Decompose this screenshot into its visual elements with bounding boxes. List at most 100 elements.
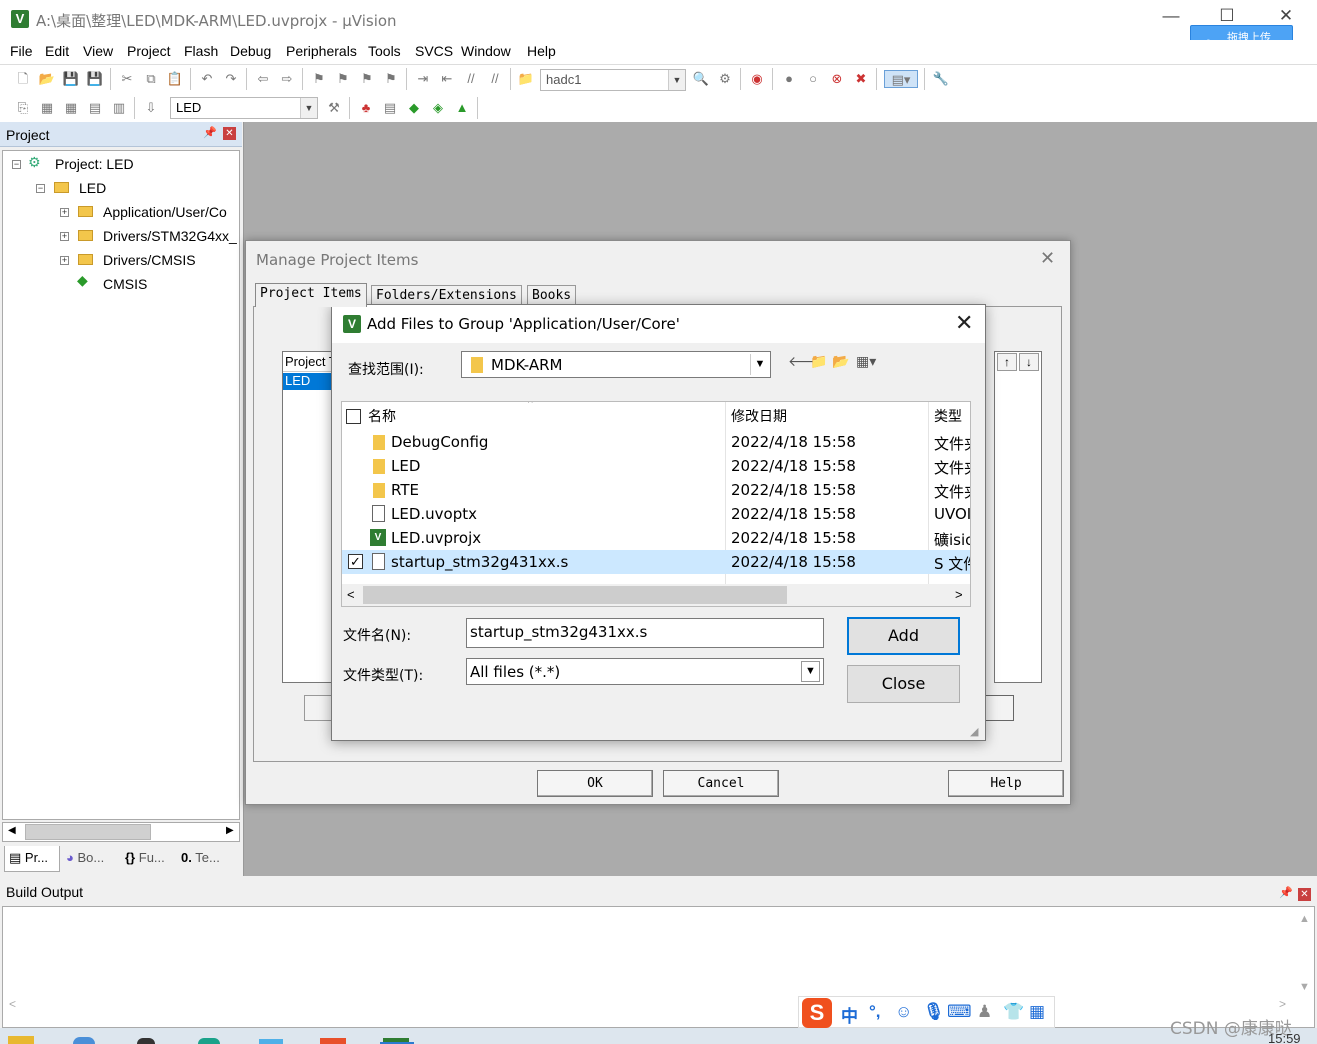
navigate-back-icon[interactable]: ⇦: [254, 70, 272, 88]
translate-icon[interactable]: ⎘: [14, 99, 32, 117]
save-all-icon[interactable]: 💾: [86, 70, 104, 88]
pin-icon[interactable]: 📌: [203, 126, 217, 139]
file-list-scrollbar[interactable]: < >: [342, 584, 970, 606]
select-packs-icon[interactable]: ▤: [381, 99, 399, 117]
tree-item-group[interactable]: Application/User/Co: [103, 204, 227, 220]
collapse-icon[interactable]: −: [12, 160, 21, 169]
tab-functions[interactable]: {} Fu...: [121, 846, 177, 872]
stop-build-icon[interactable]: ▥: [110, 99, 128, 117]
open-file-icon[interactable]: 📂: [38, 70, 56, 88]
close-icon[interactable]: ✕: [1040, 248, 1055, 269]
rebuild-icon[interactable]: ▦: [62, 99, 80, 117]
tree-item-target-led[interactable]: LED: [79, 180, 106, 196]
file-row-selected[interactable]: ✓ startup_stm32g431xx.s 2022/4/18 15:58 …: [342, 550, 970, 574]
filename-input[interactable]: startup_stm32g431xx.s: [466, 618, 824, 648]
filetype-select[interactable]: All files (*.*) ▼: [466, 658, 824, 685]
kill-all-breakpoints-icon[interactable]: ✖: [852, 70, 870, 88]
keyboard-icon[interactable]: ⌨: [947, 1002, 972, 1022]
punctuation-icon[interactable]: °,: [869, 1002, 881, 1022]
column-type[interactable]: 类型: [934, 406, 962, 426]
scroll-left-icon[interactable]: ◀: [8, 825, 16, 836]
menu-peripherals[interactable]: Peripherals: [286, 43, 357, 59]
prev-bookmark-icon[interactable]: ⚑: [334, 70, 352, 88]
scrollbar-thumb[interactable]: [25, 824, 151, 840]
app-icon[interactable]: [198, 1038, 220, 1044]
browser-icon[interactable]: [73, 1037, 95, 1044]
expand-icon[interactable]: +: [60, 256, 69, 265]
user-icon[interactable]: ♟: [977, 1002, 992, 1022]
pack-installer-icon[interactable]: ◈: [429, 99, 447, 117]
move-down-icon[interactable]: ↓: [1019, 353, 1039, 371]
file-row[interactable]: LED.uvoptx 2022/4/18 15:58 UVOI: [342, 502, 970, 526]
menu-edit[interactable]: Edit: [45, 43, 69, 59]
paste-icon[interactable]: 📋: [166, 70, 184, 88]
app-icon[interactable]: [320, 1038, 346, 1044]
menu-svcs[interactable]: SVCS: [415, 43, 453, 59]
uncomment-icon[interactable]: //: [486, 70, 504, 88]
help-button[interactable]: Help: [948, 770, 1064, 797]
tree-item-cmsis[interactable]: CMSIS: [103, 276, 147, 292]
column-date-modified[interactable]: 修改日期: [731, 406, 787, 426]
scroll-down-icon[interactable]: ▼: [1299, 981, 1310, 993]
tree-item-project[interactable]: Project: LED: [55, 156, 134, 172]
scroll-right-icon[interactable]: ▶: [226, 825, 234, 836]
debug-session-icon[interactable]: ◉: [748, 70, 766, 88]
new-folder-icon[interactable]: 📂: [832, 353, 849, 370]
disable-all-breakpoints-icon[interactable]: ⊗: [828, 70, 846, 88]
ime-mode-indicator[interactable]: 中: [841, 1002, 858, 1027]
breakpoint-icon[interactable]: ●: [780, 70, 798, 88]
save-icon[interactable]: 💾: [62, 70, 80, 88]
move-up-icon[interactable]: ↑: [997, 353, 1017, 371]
expand-icon[interactable]: +: [60, 232, 69, 241]
cut-icon[interactable]: ✂: [118, 70, 136, 88]
maximize-icon[interactable]: ☐: [1212, 6, 1242, 26]
tree-item-group[interactable]: Drivers/STM32G4xx_: [103, 228, 237, 244]
sogou-ime-icon[interactable]: S: [802, 998, 832, 1028]
indent-icon[interactable]: ⇥: [414, 70, 432, 88]
find-combo[interactable]: hadc1 ▼: [540, 69, 686, 91]
menu-view[interactable]: View: [83, 43, 113, 59]
expand-icon[interactable]: +: [60, 208, 69, 217]
redo-icon[interactable]: ↷: [222, 70, 240, 88]
minimize-icon[interactable]: —: [1156, 6, 1186, 26]
software-packs-icon[interactable]: ▲: [453, 99, 471, 117]
file-row[interactable]: RTE 2022/4/18 15:58 文件夹: [342, 478, 970, 502]
unindent-icon[interactable]: ⇤: [438, 70, 456, 88]
manage-run-time-environment-icon[interactable]: ◆: [405, 99, 423, 117]
chevron-down-icon[interactable]: ▼: [668, 70, 685, 90]
add-files-button[interactable]: [984, 695, 1014, 721]
close-button[interactable]: Close: [847, 665, 960, 703]
view-menu-icon[interactable]: ▦▾: [856, 353, 876, 370]
menu-window[interactable]: Window: [461, 43, 511, 59]
collapse-icon[interactable]: −: [36, 184, 45, 193]
cancel-button[interactable]: Cancel: [663, 770, 779, 797]
build-output-text[interactable]: ▲ ▼ < >: [2, 906, 1315, 1028]
tab-templates[interactable]: 0. Te...: [177, 846, 237, 872]
manage-project-items-icon[interactable]: ♣: [357, 99, 375, 117]
scroll-left-icon[interactable]: <: [347, 587, 355, 602]
batch-build-icon[interactable]: ▤: [86, 99, 104, 117]
look-in-combo[interactable]: MDK-ARM ▼: [461, 351, 771, 378]
copy-icon[interactable]: ⧉: [142, 70, 160, 88]
tree-item-group[interactable]: Drivers/CMSIS: [103, 252, 196, 268]
scrollbar-thumb[interactable]: [363, 586, 787, 604]
menu-project[interactable]: Project: [127, 43, 171, 59]
app-icon[interactable]: [137, 1038, 155, 1044]
close-icon[interactable]: ✕: [1298, 888, 1311, 901]
undo-icon[interactable]: ↶: [198, 70, 216, 88]
bookmark-icon[interactable]: ⚑: [310, 70, 328, 88]
new-file-icon[interactable]: 🗋: [14, 70, 32, 88]
comment-icon[interactable]: //: [462, 70, 480, 88]
scroll-right-icon[interactable]: >: [1279, 997, 1286, 1011]
scroll-left-icon[interactable]: <: [9, 997, 16, 1011]
next-bookmark-icon[interactable]: ⚑: [358, 70, 376, 88]
menu-debug[interactable]: Debug: [230, 43, 271, 59]
close-icon[interactable]: ✕: [223, 127, 236, 140]
file-row[interactable]: DebugConfig 2022/4/18 15:58 文件夹: [342, 430, 970, 454]
download-icon[interactable]: ⇩: [142, 99, 160, 117]
skin-icon[interactable]: 👕: [1003, 1002, 1024, 1022]
select-all-checkbox[interactable]: [346, 409, 361, 424]
scroll-right-icon[interactable]: >: [955, 587, 963, 602]
menu-flash[interactable]: Flash: [184, 43, 218, 59]
clear-bookmarks-icon[interactable]: ⚑: [382, 70, 400, 88]
